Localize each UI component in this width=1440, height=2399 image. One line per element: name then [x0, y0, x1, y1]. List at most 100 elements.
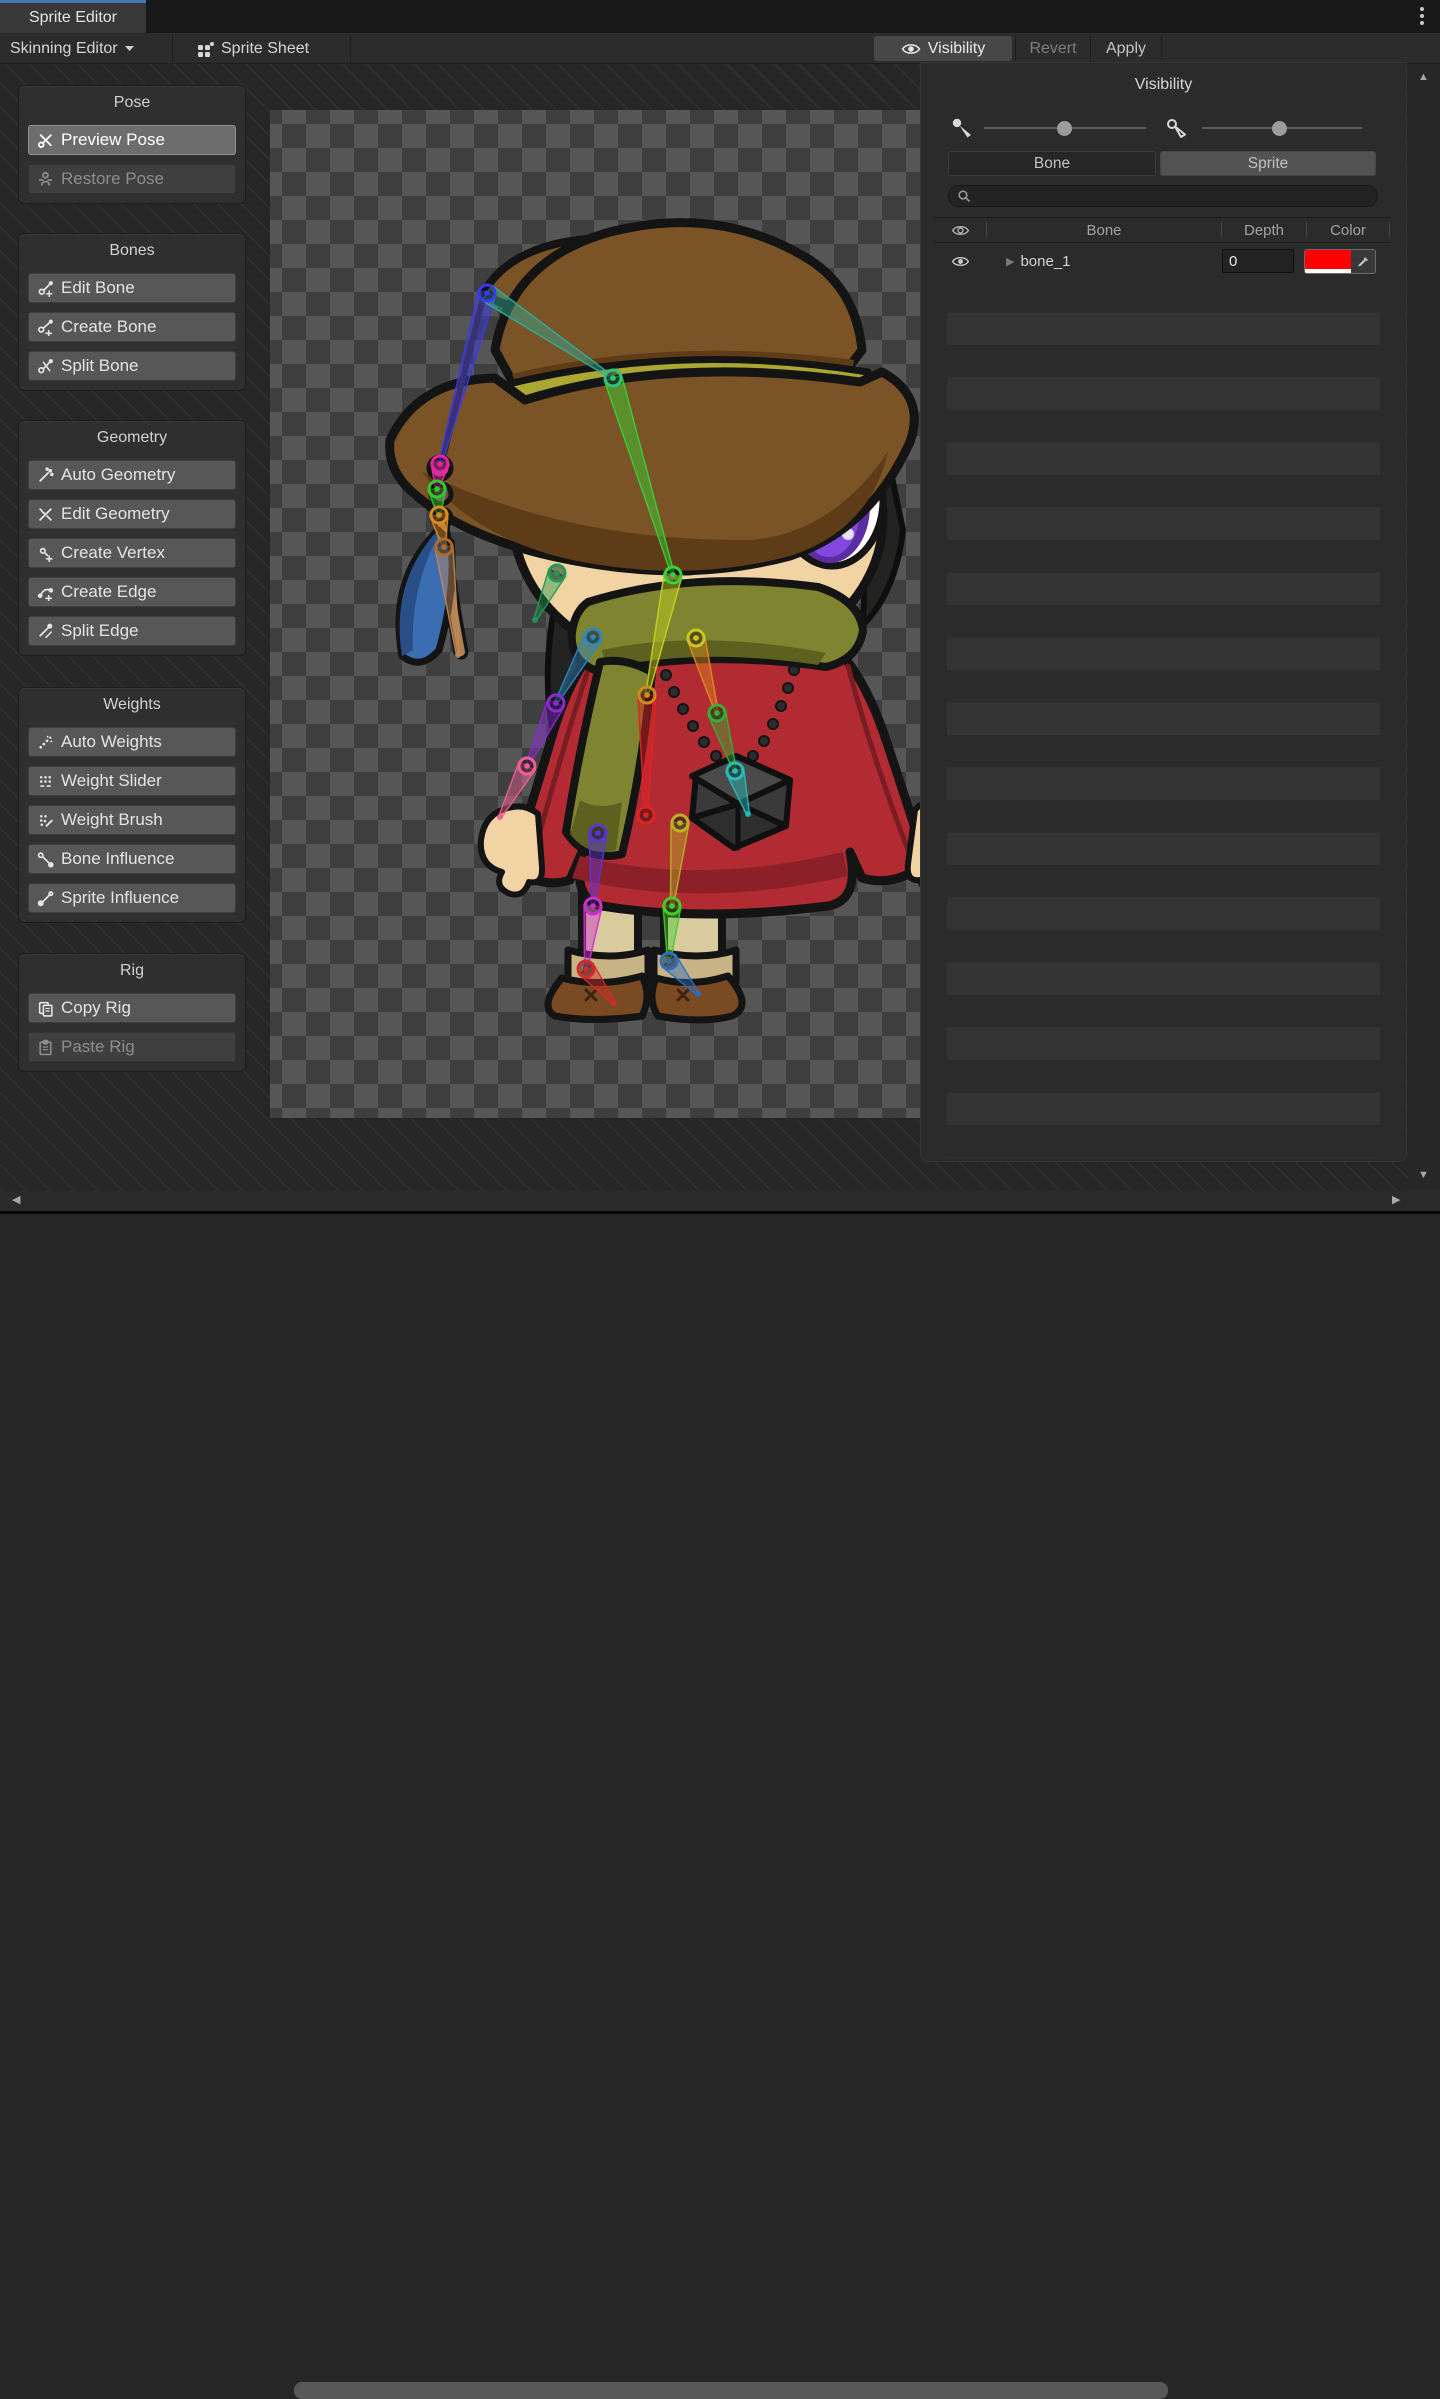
header-bone-column[interactable]: Bone [987, 218, 1221, 242]
create-vertex-button[interactable]: Create Vertex [28, 538, 236, 568]
tab-sprite[interactable]: Sprite [1160, 151, 1376, 176]
vertical-scrollbar[interactable]: ▲ ▼ [1408, 64, 1440, 1190]
apply-button[interactable]: Apply [1094, 33, 1158, 64]
sprite-influence-button[interactable]: Sprite Influence [28, 883, 236, 913]
bone-joint-center [524, 763, 530, 769]
header-depth-column[interactable]: Depth [1222, 218, 1306, 242]
split-bone-button[interactable]: Split Bone [28, 351, 236, 381]
weight-slider-icon [37, 773, 54, 790]
bone-joint-center [434, 486, 440, 492]
sprite-canvas[interactable] [270, 110, 920, 1118]
auto-weights-icon [37, 734, 54, 751]
visibility-panel-title: Visibility [920, 76, 1407, 94]
auto-weights-button[interactable]: Auto Weights [28, 727, 236, 757]
horizontal-scrollbar-thumb[interactable] [294, 2382, 1168, 2399]
visibility-toggle-button[interactable]: Visibility [874, 36, 1012, 61]
weights-section: Weights Auto Weights Weight Slider Weigh… [18, 687, 246, 923]
auto-geometry-button[interactable]: Auto Geometry [28, 460, 236, 490]
bone-joint-center [441, 544, 447, 550]
bone-color-field[interactable] [1304, 249, 1376, 274]
search-input[interactable] [976, 187, 1369, 205]
bone-tip-hand_l[interactable] [497, 814, 503, 820]
edit-geometry-icon [37, 506, 54, 523]
create-bone-button[interactable]: Create Bone [28, 312, 236, 342]
weight-brush-icon [37, 812, 54, 829]
scroll-right-arrow[interactable]: ▶ [1392, 1195, 1400, 1206]
search-icon [957, 189, 971, 203]
weight-brush-button[interactable]: Weight Brush [28, 805, 236, 835]
tab-title: Sprite Editor [29, 9, 117, 27]
search-field[interactable] [948, 185, 1378, 207]
header-separator [1389, 222, 1390, 238]
eyedropper-button[interactable] [1351, 250, 1375, 273]
edit-geometry-button[interactable]: Edit Geometry [28, 499, 236, 529]
header-visibility-cell[interactable] [934, 218, 986, 242]
expand-arrow-icon[interactable]: ▶ [1006, 255, 1014, 268]
bone-influence-icon [37, 851, 54, 868]
edit-bone-button[interactable]: Edit Bone [28, 273, 236, 303]
section-title-geometry: Geometry [28, 429, 236, 447]
toolbar: Skinning Editor Sprite Sheet Visibility … [0, 33, 1440, 64]
revert-button[interactable]: Revert [1018, 33, 1088, 64]
bones-section: Bones Edit Bone Create Bone Split Bone [18, 233, 246, 391]
copy-rig-icon [37, 1000, 54, 1017]
bone-joint-center [590, 903, 596, 909]
copy-rig-button[interactable]: Copy Rig [28, 993, 236, 1023]
bone-opacity-slider-knob[interactable] [1057, 121, 1072, 136]
paste-rig-button[interactable]: Paste Rig [28, 1032, 236, 1062]
eyedropper-icon [1356, 254, 1371, 269]
restore-pose-button[interactable]: Restore Pose [28, 164, 236, 194]
bone-joint-center [484, 290, 490, 296]
bone-row[interactable]: ▶ bone_1 [934, 243, 1390, 279]
tab-bone[interactable]: Bone [948, 151, 1156, 176]
bone-tip-tail_strap[interactable] [455, 652, 461, 658]
sprite-opacity-slider-knob[interactable] [1272, 121, 1287, 136]
bone-joint-center [677, 820, 683, 826]
kebab-menu-icon[interactable] [1420, 7, 1424, 25]
create-bone-icon [37, 319, 54, 336]
depth-input[interactable] [1222, 249, 1294, 273]
scroll-down-arrow[interactable]: ▼ [1418, 1170, 1429, 1181]
eye-icon [951, 255, 970, 268]
restore-pose-icon [37, 171, 54, 188]
bone-tip-hair_lock[interactable] [532, 617, 538, 623]
toolbar-separator [172, 36, 173, 61]
section-title-weights: Weights [28, 696, 236, 714]
toolbar-separator [1015, 36, 1016, 61]
toolbar-separator [1090, 36, 1091, 61]
character-sprite [270, 110, 920, 1118]
bone-tip-hand_r[interactable] [745, 811, 751, 817]
section-title-pose: Pose [28, 94, 236, 112]
preview-pose-icon [37, 132, 54, 149]
header-color-column[interactable]: Color [1307, 218, 1389, 242]
sprite-opacity-icon [1164, 116, 1190, 140]
bone-list-header: Bone Depth Color [934, 217, 1390, 243]
tab-sprite-editor[interactable]: Sprite Editor [0, 0, 146, 33]
create-edge-button[interactable]: Create Edge [28, 577, 236, 607]
weight-slider-button[interactable]: Weight Slider [28, 766, 236, 796]
bone-joint-center [732, 768, 738, 774]
preview-pose-button[interactable]: Preview Pose [28, 125, 236, 155]
alpha-bar [1305, 269, 1351, 273]
sprite-sheet-button[interactable]: Sprite Sheet [196, 33, 309, 64]
bone-influence-button[interactable]: Bone Influence [28, 844, 236, 874]
paste-rig-icon [37, 1039, 54, 1056]
auto-geometry-icon [37, 467, 54, 484]
bone-joint-center [670, 572, 676, 578]
bone-list-empty-rows [947, 280, 1380, 1158]
row-visibility-toggle[interactable] [934, 255, 986, 268]
bone-joint-center [437, 461, 443, 467]
bone-tip-foot_l[interactable] [611, 1000, 617, 1006]
bone-tip-foot_r[interactable] [695, 991, 701, 997]
color-swatch[interactable] [1305, 250, 1351, 273]
scroll-left-arrow[interactable]: ◀ [12, 1195, 20, 1206]
pose-section: Pose Preview Pose Restore Pose [18, 85, 246, 204]
scroll-up-arrow[interactable]: ▲ [1418, 72, 1429, 83]
horizontal-scrollbar[interactable]: ◀ ▶ [0, 1190, 1440, 1211]
create-edge-icon [37, 584, 54, 601]
split-edge-button[interactable]: Split Edge [28, 616, 236, 646]
bone-joint-center [590, 634, 596, 640]
skinning-editor-dropdown[interactable]: Skinning Editor [10, 33, 135, 64]
section-title-bones: Bones [28, 242, 236, 260]
geometry-section: Geometry Auto Geometry Edit Geometry Cre… [18, 420, 246, 656]
